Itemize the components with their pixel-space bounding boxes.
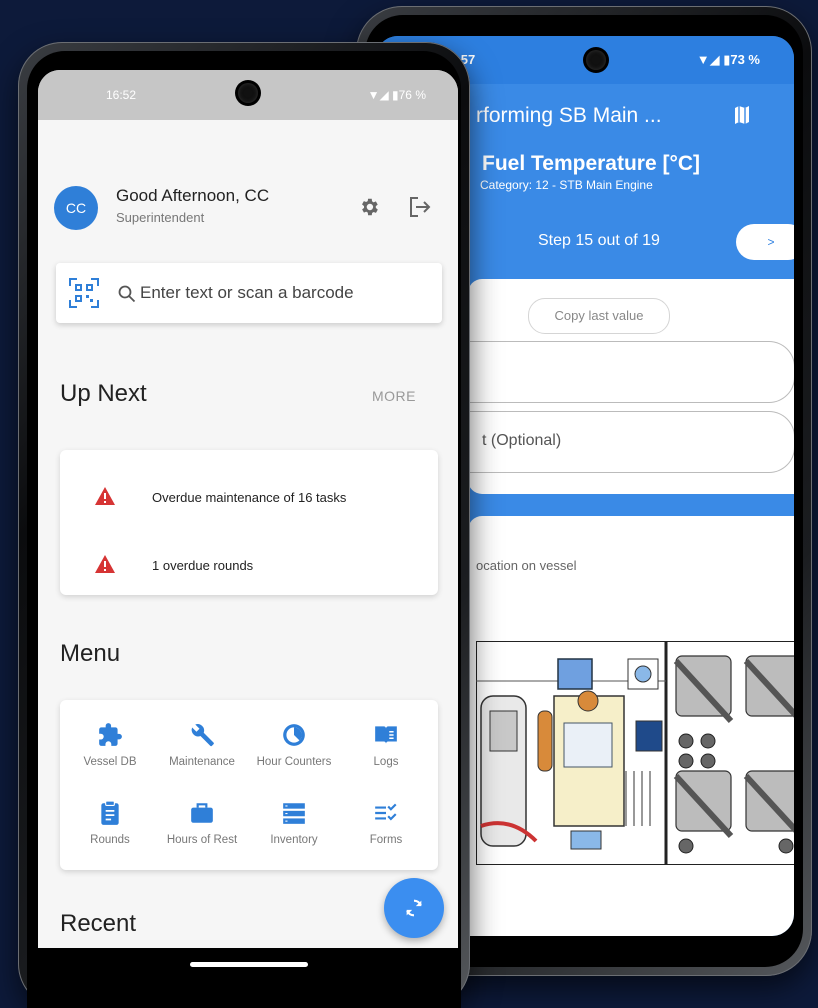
user-role: Superintendent (116, 210, 205, 225)
comment-input[interactable]: t (Optional) (468, 411, 794, 473)
alert-text[interactable]: Overdue maintenance of 16 tasks (152, 490, 346, 505)
menu-label: Hour Counters (256, 756, 332, 768)
status-time: 16:52 (106, 88, 137, 102)
up-next-title: Up Next (60, 380, 147, 407)
sync-button[interactable] (384, 878, 444, 938)
search-bar[interactable]: Enter text or scan a barcode (56, 263, 442, 323)
camera-icon (238, 83, 258, 103)
camera-icon (586, 50, 606, 70)
clock-icon (283, 724, 305, 746)
menu-item-inventory[interactable]: Inventory (250, 800, 338, 846)
puzzle-icon (99, 723, 122, 746)
menu-item-rounds[interactable]: Rounds (66, 800, 154, 846)
copy-last-value-button[interactable]: Copy last value (528, 298, 670, 334)
menu-item-hours-of-rest[interactable]: Hours of Rest (158, 800, 246, 846)
wrench-icon (191, 724, 214, 747)
checklist-icon (375, 803, 397, 821)
menu-label: Hours of Rest (166, 834, 238, 846)
more-button[interactable]: MORE (372, 388, 416, 404)
sync-icon (406, 899, 422, 917)
warning-icon (95, 487, 115, 505)
menu-item-logs[interactable]: Logs (342, 722, 430, 768)
menu-item-hour-counters[interactable]: Hour Counters (250, 722, 338, 768)
menu-label: Vessel DB (83, 756, 137, 768)
greeting: Good Afternoon, CC (116, 186, 270, 205)
up-next-card: Overdue maintenance of 16 tasks 1 overdu… (60, 450, 438, 595)
home-indicator[interactable] (190, 962, 308, 967)
metric-category: Category: 12 - STB Main Engine (480, 178, 653, 192)
map-icon[interactable] (734, 106, 750, 124)
menu-item-forms[interactable]: Forms (342, 800, 430, 846)
search-input[interactable]: Enter text or scan a barcode (140, 283, 354, 303)
book-icon (375, 726, 397, 744)
menu-item-vessel-db[interactable]: Vessel DB (66, 722, 154, 768)
home-indicator[interactable] (526, 916, 646, 921)
status-indicators: ▼◢ ▮73 % (696, 52, 760, 67)
clipboard-icon (101, 800, 119, 825)
menu-label: Inventory (270, 834, 318, 846)
briefcase-icon (191, 803, 213, 823)
recent-title: Recent (60, 910, 137, 937)
navigation-bar (38, 948, 458, 980)
next-step-button[interactable]: > (736, 224, 794, 260)
location-label: ocation on vessel (476, 558, 577, 573)
list-icon (283, 803, 305, 824)
round-title: rforming SB Main ... (476, 104, 662, 127)
value-input[interactable] (468, 341, 794, 403)
barcode-scan-icon[interactable] (68, 277, 100, 309)
menu-label: Forms (369, 834, 403, 846)
menu-item-maintenance[interactable]: Maintenance (158, 722, 246, 768)
status-indicators: ▼◢ ▮76 % (367, 88, 426, 102)
metric-name: Fuel Temperature [°C] (482, 152, 701, 175)
avatar[interactable]: CC (54, 186, 98, 230)
menu-title: Menu (60, 640, 121, 667)
alert-text[interactable]: 1 overdue rounds (152, 558, 253, 573)
search-icon (118, 285, 136, 303)
menu-label: Logs (373, 756, 399, 768)
menu-label: Maintenance (169, 756, 235, 768)
step-indicator: Step 15 out of 19 (538, 232, 660, 249)
front-phone-screen: 16:52 ▼◢ ▮76 % CC Good Afternoon, CC Sup… (38, 70, 458, 980)
vessel-deck-plan[interactable] (476, 641, 794, 865)
gear-icon[interactable] (358, 196, 380, 218)
menu-card: Vessel DB Maintenance Hour Counters Logs… (60, 700, 438, 870)
warning-icon (95, 555, 115, 573)
menu-label: Rounds (90, 834, 130, 846)
front-phone-frame: 16:52 ▼◢ ▮76 % CC Good Afternoon, CC Sup… (18, 42, 470, 1008)
comment-placeholder: t (Optional) (482, 432, 562, 449)
logout-icon[interactable] (408, 196, 432, 218)
